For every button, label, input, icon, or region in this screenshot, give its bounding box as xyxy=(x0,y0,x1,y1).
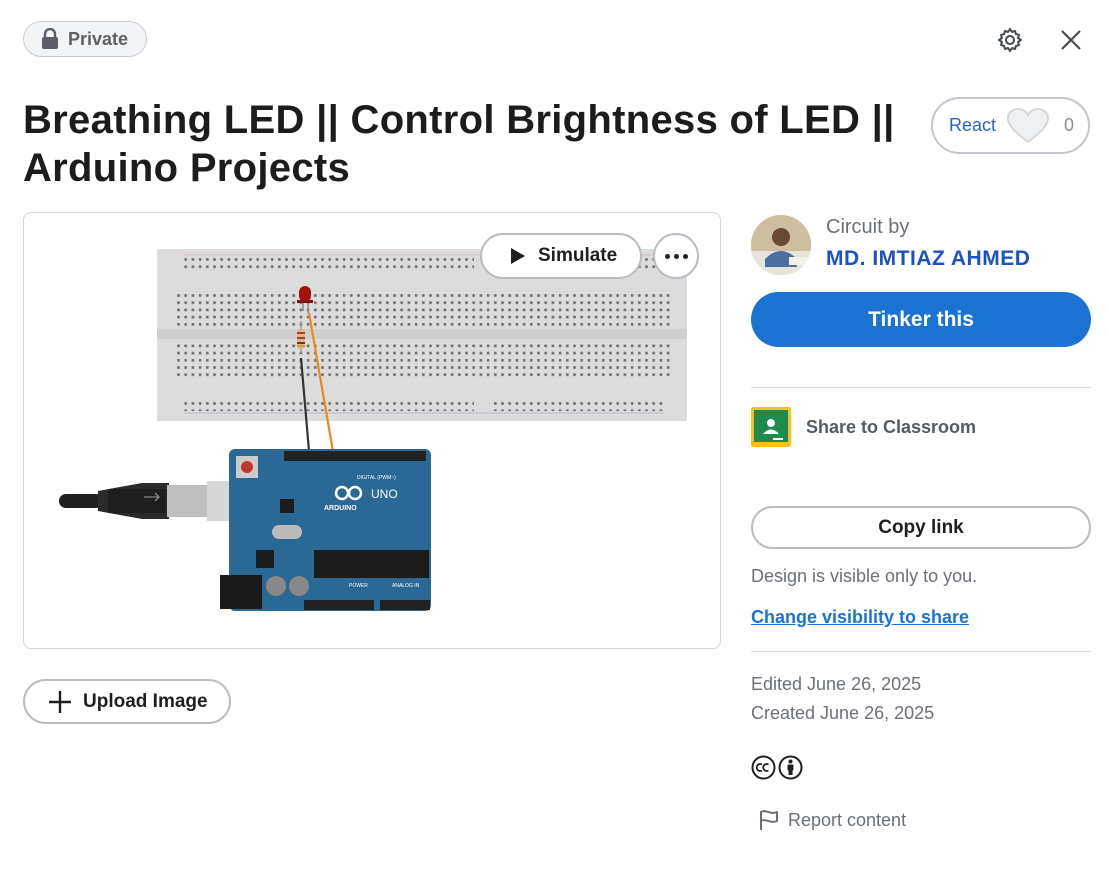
created-date: Created June 26, 2025 xyxy=(751,703,935,723)
simulate-label: Simulate xyxy=(538,245,618,266)
creative-commons-icon xyxy=(751,755,776,780)
simulate-button[interactable]: Simulate xyxy=(480,233,642,279)
more-options-button[interactable] xyxy=(653,233,699,279)
avatar-image xyxy=(751,215,811,275)
play-icon xyxy=(511,248,525,264)
attribution-icon xyxy=(778,755,803,780)
page-title: Breathing LED || Control Brightness of L… xyxy=(23,98,895,190)
google-classroom-icon[interactable] xyxy=(751,407,791,447)
react-count: 0 xyxy=(1063,115,1074,135)
author-link[interactable]: MD. IMTIAZ AHMED xyxy=(826,247,1030,271)
divider xyxy=(751,387,1091,388)
board-brand: ARDUINO xyxy=(324,505,357,512)
visibility-note: Design is visible only to you. xyxy=(751,566,978,586)
tinker-this-button[interactable]: Tinker this xyxy=(751,292,1091,347)
lock-icon xyxy=(42,28,58,49)
board-model: UNO xyxy=(371,487,398,501)
arduino-board: ARDUINO UNO DIGITAL (PWM~) POWER ANALOG … xyxy=(220,449,431,611)
report-label: Report content xyxy=(788,809,907,830)
author-avatar[interactable] xyxy=(751,215,811,275)
privacy-label: Private xyxy=(68,28,129,49)
react-label: React xyxy=(949,115,997,135)
more-icon-dot xyxy=(673,253,679,259)
edited-date: Edited June 26, 2025 xyxy=(751,674,922,694)
more-icon xyxy=(664,253,670,259)
close-button[interactable] xyxy=(1054,23,1088,57)
board-analog-label: ANALOG IN xyxy=(392,583,420,589)
heart-icon xyxy=(1007,107,1049,143)
share-classroom-label[interactable]: Share to Classroom xyxy=(806,417,976,438)
gear-icon xyxy=(998,28,1022,52)
more-icon-dot xyxy=(682,253,688,259)
flag-icon xyxy=(760,810,778,830)
divider xyxy=(751,651,1091,652)
license-icons[interactable] xyxy=(751,755,803,780)
change-visibility-link[interactable]: Change visibility to share xyxy=(751,607,969,628)
settings-button[interactable] xyxy=(993,23,1027,57)
board-digital-label: DIGITAL (PWM~) xyxy=(357,475,396,481)
privacy-badge[interactable]: Private xyxy=(23,21,147,57)
board-power-label: POWER xyxy=(349,583,368,589)
upload-image-button[interactable]: Upload Image xyxy=(23,679,231,724)
report-content-button[interactable]: Report content xyxy=(758,808,906,832)
plus-icon xyxy=(49,690,71,713)
circuit-by-label: Circuit by xyxy=(826,216,910,238)
close-icon xyxy=(1061,30,1081,50)
react-button[interactable]: React 0 xyxy=(931,97,1090,154)
upload-image-label: Upload Image xyxy=(83,690,208,712)
copy-link-button[interactable]: Copy link xyxy=(751,506,1091,549)
